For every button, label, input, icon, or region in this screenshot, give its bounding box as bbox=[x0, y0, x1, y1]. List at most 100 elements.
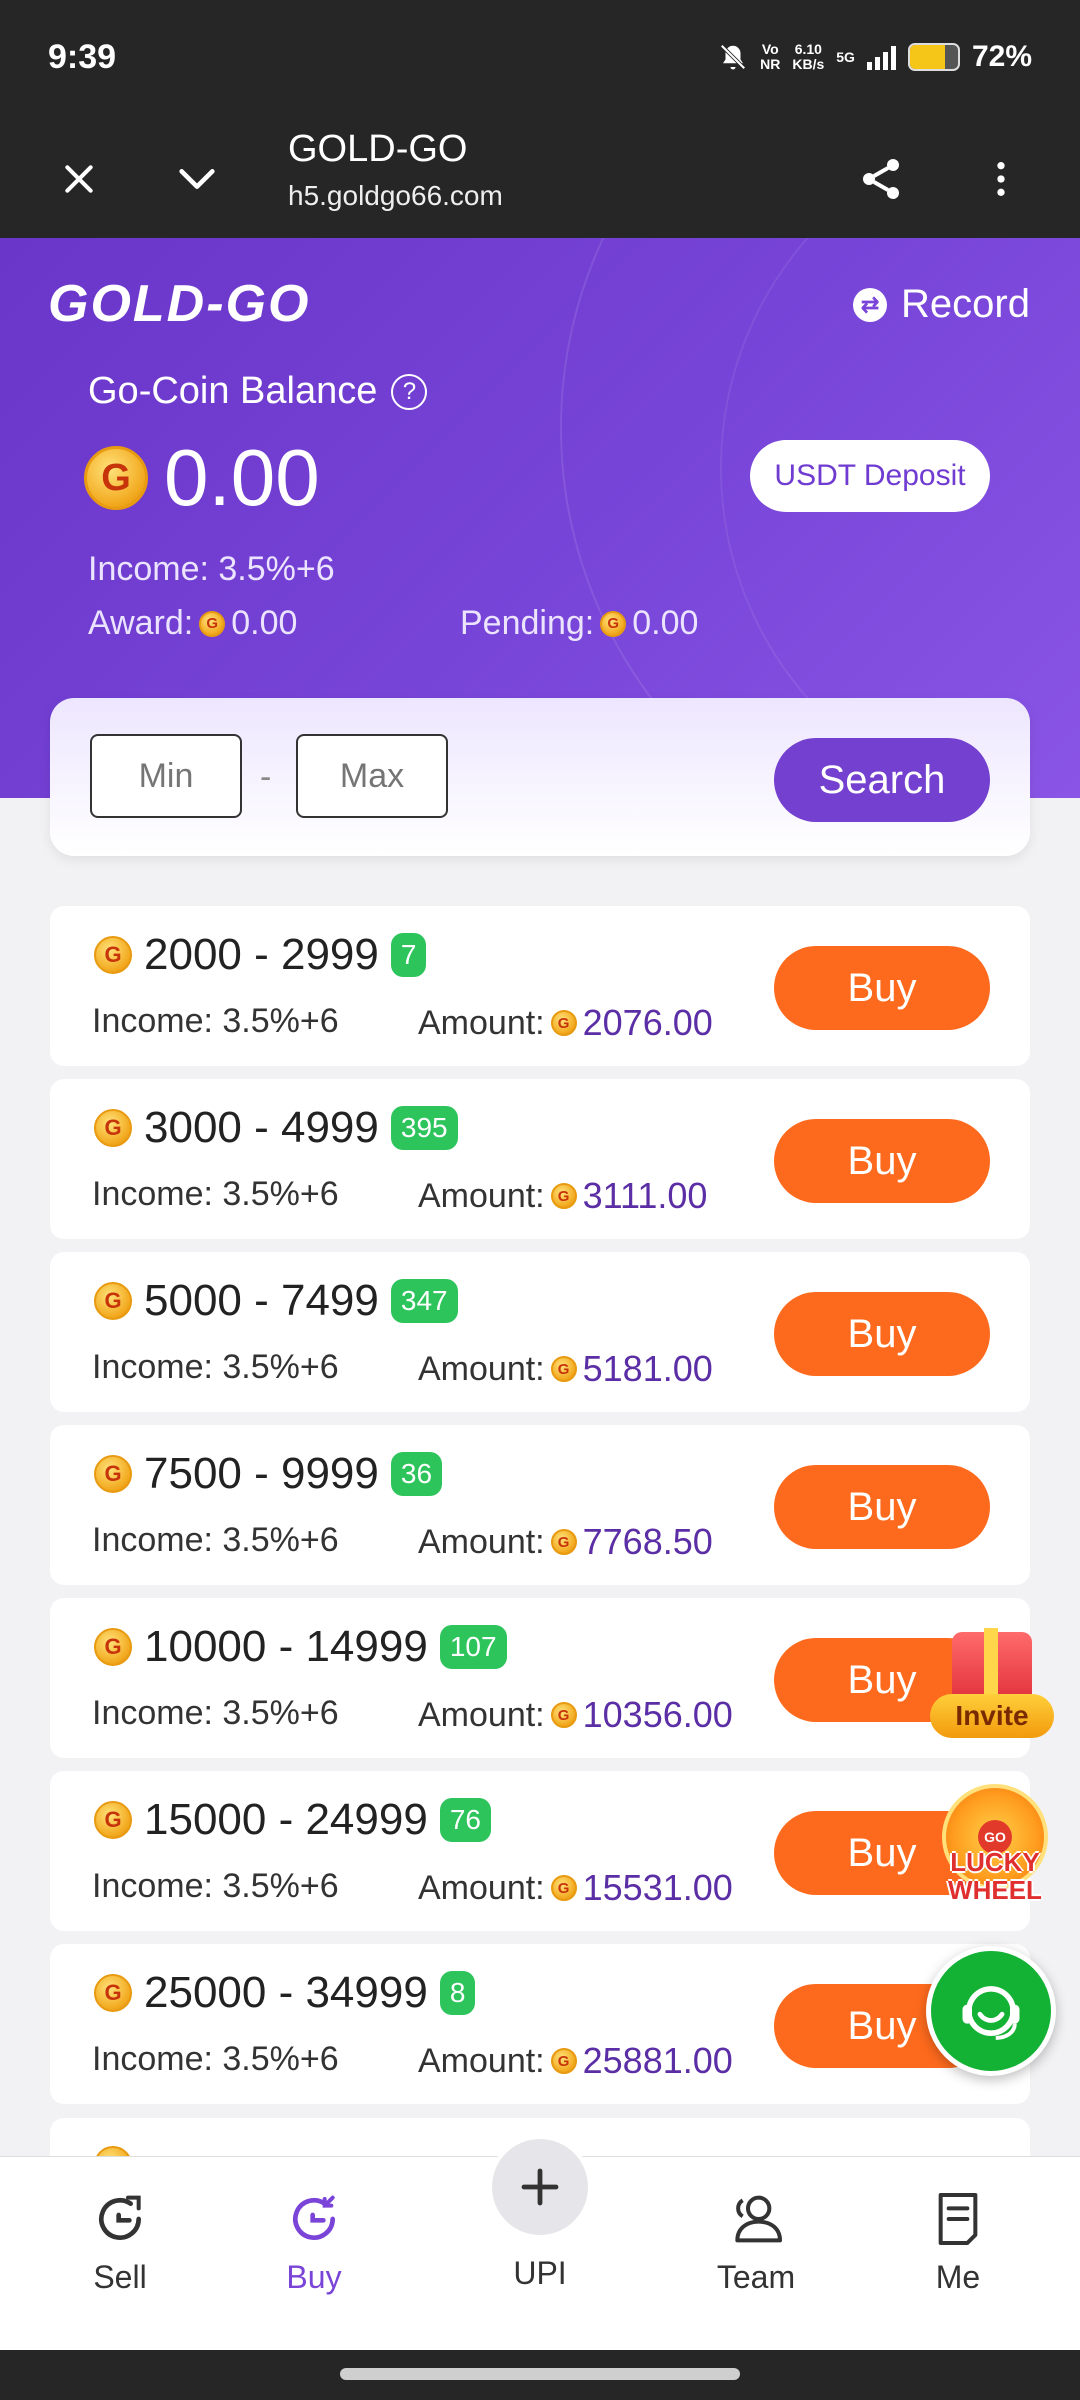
gold-coin-icon: G bbox=[550, 1010, 577, 1036]
page-url: h5.goldgo66.com bbox=[288, 180, 503, 211]
invite-label: Invite bbox=[930, 1694, 1054, 1738]
status-bar: 9:39 Vo NR 6.10 KB/s 5G 72% bbox=[0, 0, 1080, 120]
nav-item-upi[interactable] bbox=[488, 2135, 592, 2239]
income-rate: Income: 3.5%+6 bbox=[88, 550, 335, 588]
gold-coin-icon: G bbox=[94, 1455, 132, 1493]
more-options-icon[interactable] bbox=[968, 146, 1034, 212]
battery-percent: 72% bbox=[971, 40, 1032, 73]
product-card: G 10000 - 14999 107 Income: 3.5%+6 Amoun… bbox=[50, 1598, 1030, 1758]
product-card: G 3000 - 4999 395 Income: 3.5%+6 Amount:… bbox=[50, 1079, 1030, 1239]
swap-icon: ⇄ bbox=[853, 287, 888, 322]
volte-indicator: Vo NR bbox=[760, 41, 781, 72]
balance-label: Go-Coin Balance ? bbox=[88, 370, 428, 413]
award-balance: Award: G 0.00 bbox=[88, 604, 298, 642]
usdt-deposit-button[interactable]: USDT Deposit bbox=[750, 440, 990, 512]
help-icon[interactable]: ? bbox=[391, 373, 428, 410]
balance-amount: G 0.00 bbox=[84, 432, 320, 524]
share-icon[interactable] bbox=[848, 146, 914, 212]
record-link[interactable]: ⇄ Record bbox=[853, 282, 1030, 327]
product-card: G 15000 - 24999 76 Income: 3.5%+6 Amount… bbox=[50, 1771, 1030, 1931]
amount-value: 7768.50 bbox=[582, 1521, 713, 1562]
status-icons: Vo NR 6.10 KB/s 5G 72% bbox=[718, 40, 1032, 74]
lucky-wheel-widget[interactable]: GO LUCKY WHEEL bbox=[930, 1784, 1060, 1914]
count-badge: 107 bbox=[439, 1625, 507, 1669]
amount-range: 25000 - 34999 bbox=[144, 1968, 428, 2017]
invite-widget[interactable]: Invite bbox=[926, 1616, 1056, 1746]
status-time: 9:39 bbox=[48, 38, 117, 76]
count-badge: 347 bbox=[390, 1279, 458, 1323]
gold-coin-icon: G bbox=[84, 446, 148, 510]
network-type: 5G bbox=[836, 48, 855, 65]
gold-coin-icon: G bbox=[550, 2048, 577, 2074]
gold-coin-icon: G bbox=[199, 610, 226, 637]
buy-button[interactable]: Buy bbox=[774, 1292, 990, 1376]
amount-range: 2000 - 2999 bbox=[144, 930, 379, 979]
bell-muted-icon bbox=[720, 44, 746, 70]
count-badge: 36 bbox=[390, 1452, 443, 1496]
max-amount-input[interactable] bbox=[296, 734, 448, 818]
amount-range: 15000 - 24999 bbox=[144, 1795, 428, 1844]
me-icon bbox=[938, 2193, 978, 2245]
amount-value: 5181.00 bbox=[582, 1348, 713, 1389]
gold-coin-icon: G bbox=[94, 1801, 132, 1839]
bottom-navigation: Sell Buy UPI Team Me bbox=[0, 2135, 1080, 2350]
plus-icon bbox=[521, 2168, 559, 2206]
gold-coin-icon: G bbox=[94, 1282, 132, 1320]
system-navigation-bar bbox=[0, 2350, 1080, 2400]
range-search-panel: - Search bbox=[50, 698, 1030, 856]
headset-icon bbox=[962, 1986, 1020, 2040]
buy-button[interactable]: Buy bbox=[774, 946, 990, 1030]
record-label: Record bbox=[901, 282, 1030, 326]
amount-range: 10000 - 14999 bbox=[144, 1622, 428, 1671]
amount-range: 5000 - 7499 bbox=[144, 1276, 379, 1325]
gold-coin-icon: G bbox=[550, 1702, 577, 1728]
search-button[interactable]: Search bbox=[774, 738, 990, 822]
page-title: GOLD-GO bbox=[288, 128, 468, 170]
gold-coin-icon: G bbox=[550, 1183, 577, 1209]
nav-item-buy[interactable]: Buy bbox=[234, 2187, 394, 2296]
browser-toolbar: GOLD-GO h5.goldgo66.com bbox=[0, 120, 1080, 238]
close-icon[interactable] bbox=[46, 146, 112, 212]
gold-coin-icon: G bbox=[550, 1875, 577, 1901]
product-card: G 5000 - 7499 347 Income: 3.5%+6 Amount:… bbox=[50, 1252, 1030, 1412]
chevron-down-icon[interactable] bbox=[164, 146, 230, 212]
nav-item-sell[interactable]: Sell bbox=[40, 2187, 200, 2296]
amount-value: 10356.00 bbox=[582, 1694, 733, 1735]
gold-coin-icon: G bbox=[550, 1356, 577, 1382]
battery-icon bbox=[907, 43, 960, 71]
network-speed: 6.10 KB/s bbox=[792, 41, 825, 72]
home-gesture-handle[interactable] bbox=[340, 2368, 740, 2380]
buy-icon bbox=[293, 2195, 335, 2240]
count-badge: 395 bbox=[390, 1106, 458, 1150]
customer-support-button[interactable] bbox=[926, 1946, 1056, 2076]
buy-button[interactable]: Buy bbox=[774, 1119, 990, 1203]
signal-icon bbox=[866, 44, 896, 70]
income-rate: Income: 3.5%+6 bbox=[92, 1175, 339, 1213]
count-badge: 76 bbox=[439, 1798, 491, 1842]
income-rate: Income: 3.5%+6 bbox=[92, 1348, 339, 1386]
pending-balance: Pending: G 0.00 bbox=[460, 604, 699, 642]
product-card: G 25000 - 34999 8 Income: 3.5%+6 Amount:… bbox=[50, 1944, 1030, 2104]
income-rate: Income: 3.5%+6 bbox=[92, 2040, 339, 2078]
min-amount-input[interactable] bbox=[90, 734, 242, 818]
amount-value: 2076.00 bbox=[582, 1002, 713, 1043]
count-badge: 7 bbox=[390, 933, 427, 977]
gold-coin-icon: G bbox=[94, 1974, 132, 2012]
income-rate: Income: 3.5%+6 bbox=[92, 1694, 339, 1732]
buy-button[interactable]: Buy bbox=[774, 1465, 990, 1549]
income-rate: Income: 3.5%+6 bbox=[92, 1521, 339, 1559]
income-rate: Income: 3.5%+6 bbox=[92, 1867, 339, 1905]
nav-item-team[interactable]: Team bbox=[676, 2187, 836, 2296]
amount-value: 15531.00 bbox=[582, 1867, 733, 1908]
balance-value: 0.00 bbox=[164, 433, 320, 522]
nav-label-upi: UPI bbox=[513, 2255, 567, 2291]
gold-coin-icon: G bbox=[550, 1529, 577, 1555]
income-rate: Income: 3.5%+6 bbox=[92, 1002, 339, 1040]
range-separator: - bbox=[260, 758, 272, 796]
amount-range: 3000 - 4999 bbox=[144, 1103, 379, 1152]
product-card: G 2000 - 2999 7 Income: 3.5%+6 Amount: G… bbox=[50, 906, 1030, 1066]
nav-item-me[interactable]: Me bbox=[878, 2187, 1038, 2296]
app-logo: GOLD-GO bbox=[48, 275, 311, 333]
amount-range: 7500 - 9999 bbox=[144, 1449, 379, 1498]
gold-coin-icon: G bbox=[94, 936, 132, 974]
